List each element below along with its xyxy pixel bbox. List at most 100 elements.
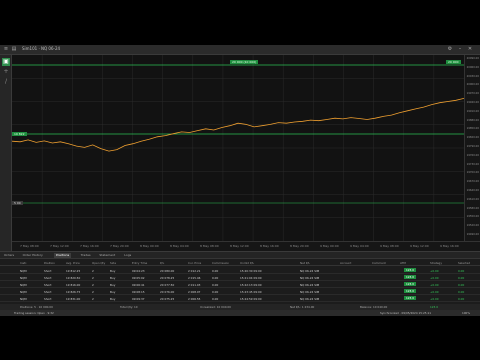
column-header[interactable]: Strategy — [430, 261, 442, 265]
table-cell: 2 — [92, 276, 94, 280]
column-header[interactable]: Avg. Price — [66, 261, 80, 265]
close-icon[interactable]: ✕ — [466, 46, 474, 53]
menu-icon[interactable]: ≡ — [2, 46, 10, 53]
table-cell: NQ 06-24 SIM — [300, 297, 320, 301]
price-chart[interactable]: 20 000 (10 000) 19 822 5 00 20 000 20090… — [12, 55, 480, 251]
price-axis-label: 20090.00 — [466, 57, 479, 60]
time-axis-label: 9 May 04:00 — [350, 244, 369, 248]
pnl-cell: +0.00 — [430, 283, 439, 287]
selected-cell[interactable]: 123.0 — [404, 296, 417, 300]
table-row[interactable]: NQM Short 19 812.25 2 Buy 09:04:23 20 080.00 2 … — [0, 267, 480, 274]
table-cell: NQ 06-24 SIM — [300, 269, 320, 273]
status-zoom[interactable]: 100% — [462, 311, 470, 315]
crosshair-button[interactable]: + — [2, 68, 10, 76]
table-cell: Buy — [110, 297, 116, 301]
time-axis-label: 7 May 16:00 — [80, 244, 99, 248]
time-axis[interactable]: 7 May 08:00 7 May 12:00 7 May 16:00 7 May 2… — [12, 241, 480, 251]
time-axis-label: 9 May 08:00 — [380, 244, 399, 248]
table-cell: Buy — [110, 290, 116, 294]
table-cell: 15:22:13 09:00 — [240, 283, 262, 287]
table-cell: 2 011.03 — [188, 283, 201, 287]
column-header[interactable]: Open Qty — [92, 261, 105, 265]
column-header[interactable]: Commission — [212, 261, 229, 265]
column-header[interactable]: Entry Time — [132, 261, 147, 265]
selected-cell[interactable]: 123.0 — [404, 275, 417, 279]
column-header[interactable]: Side — [110, 261, 116, 265]
column-header[interactable]: Unrlzd P/L — [240, 261, 254, 265]
pnl-cell: +0.00 — [430, 276, 439, 280]
tab-order-history[interactable]: Order History — [21, 253, 45, 258]
table-cell: 2 008.97 — [188, 290, 201, 294]
table-cell: 0.00 — [212, 290, 219, 294]
time-axis-label: 8 May 04:00 — [170, 244, 189, 248]
table-cell: 15:23:45 09:00 — [240, 290, 262, 294]
summary-positions: Positions: 5 · 10 000.00 — [20, 305, 53, 309]
table-cell: 2 — [92, 283, 94, 287]
selected-cell[interactable]: 123.0 — [404, 282, 417, 286]
table-cell: Buy — [110, 269, 116, 273]
window-title: Sim101 · NQ 06-24 — [22, 46, 61, 51]
pnl-cell: +0.00 — [430, 269, 439, 273]
column-header[interactable]: Comment — [372, 261, 386, 265]
column-header[interactable]: Position — [44, 261, 55, 265]
table-cell: NQM — [20, 297, 27, 301]
chart-plot-area[interactable] — [12, 55, 464, 241]
column-header[interactable]: ATM — [400, 261, 406, 265]
summary-balance: Balance: 10 040.00 — [360, 305, 388, 309]
table-cell: 0.00 — [212, 269, 219, 273]
selected-cell[interactable]: 123.0 — [404, 289, 417, 293]
tab-orders[interactable]: Orders — [2, 253, 16, 258]
table-cell: NQM — [20, 283, 27, 287]
table-row[interactable]: NQM Short 19 831.00 2 Buy 09:09:37 20 075.25 2 … — [0, 295, 480, 302]
price-axis-label: 19790.00 — [466, 145, 479, 148]
drawing-tool-button[interactable]: / — [2, 78, 10, 86]
minimize-icon[interactable]: – — [456, 46, 464, 53]
column-header[interactable]: Cur. Price — [188, 261, 201, 265]
price-axis-label: 20030.00 — [466, 74, 479, 78]
table-cell: 20 077.50 — [160, 283, 175, 287]
title-bar: ≡ ▤ Sim101 · NQ 06-24 ⚙ – ✕ — [0, 45, 480, 55]
column-header[interactable]: Account — [340, 261, 351, 265]
table-cell: Short — [44, 276, 52, 280]
table-cell: 09:05:02 — [132, 276, 145, 280]
column-header[interactable]: Net P/L — [300, 261, 310, 265]
price-axis-label: 19670.00 — [466, 180, 479, 184]
chart-tool-button[interactable]: ▣ — [2, 58, 10, 66]
price-axis-label: 19640.00 — [466, 189, 479, 192]
summary-qty: Total Qty: 10 — [120, 305, 138, 309]
tab-positions[interactable]: Positions — [53, 253, 72, 258]
table-cell: 19 831.00 — [66, 297, 81, 301]
trading-app-window: ≡ ▤ Sim101 · NQ 06-24 ⚙ – ✕ ▣ + / 20 000… — [0, 45, 480, 316]
chart-icon[interactable]: ▤ — [10, 46, 18, 53]
selected-cell[interactable]: 123.0 — [404, 268, 417, 272]
tab-trades[interactable]: Trades — [79, 253, 93, 258]
column-header[interactable]: P/L — [160, 261, 164, 265]
price-axis-label: 19940.00 — [466, 101, 479, 104]
settings-icon[interactable]: ⚙ — [446, 46, 454, 53]
price-axis-label: 19580.00 — [466, 206, 479, 210]
summary-value: 123.0 — [430, 305, 439, 309]
table-cell: NQM — [20, 269, 27, 273]
table-row[interactable]: NQM Short 19 826.75 2 Buy 09:08:15 20 076.00 2 … — [0, 288, 480, 295]
table-cell: Short — [44, 297, 52, 301]
table-cell: 2 012.21 — [188, 269, 201, 273]
tab-logs[interactable]: Logs — [122, 253, 133, 258]
table-cell: Short — [44, 269, 52, 273]
column-header[interactable]: Instr. — [20, 261, 27, 265]
price-axis-label: 19700.00 — [466, 171, 479, 175]
top-level-badge[interactable]: 20 000 (10 000) — [230, 60, 259, 64]
tab-statement[interactable]: Statement — [97, 253, 117, 258]
table-cell: 09:06:41 — [132, 283, 145, 287]
table-cell: 19 826.75 — [66, 290, 81, 294]
time-axis-label: 7 May 20:00 — [110, 244, 129, 248]
table-cell: 0.00 — [212, 276, 219, 280]
time-axis-label: 9 May 12:00 — [410, 244, 429, 248]
time-axis-label: 9 May 00:00 — [320, 244, 339, 248]
table-row[interactable]: NQM Short 19 816.00 2 Buy 09:06:41 20 077.50 2 … — [0, 281, 480, 288]
table-row[interactable]: NQM Short 19 820.50 2 Buy 09:05:02 20 078.25 2 … — [0, 274, 480, 281]
table-cell: NQM — [20, 290, 27, 294]
column-header[interactable]: Selected — [458, 261, 470, 265]
table-cell: 15:24:59 09:00 — [240, 297, 262, 301]
price-axis[interactable]: 20090.00 20060.00 20030.00 20000.00 19970.00… — [464, 55, 480, 241]
pnl-cell: 0.00 — [458, 297, 465, 301]
